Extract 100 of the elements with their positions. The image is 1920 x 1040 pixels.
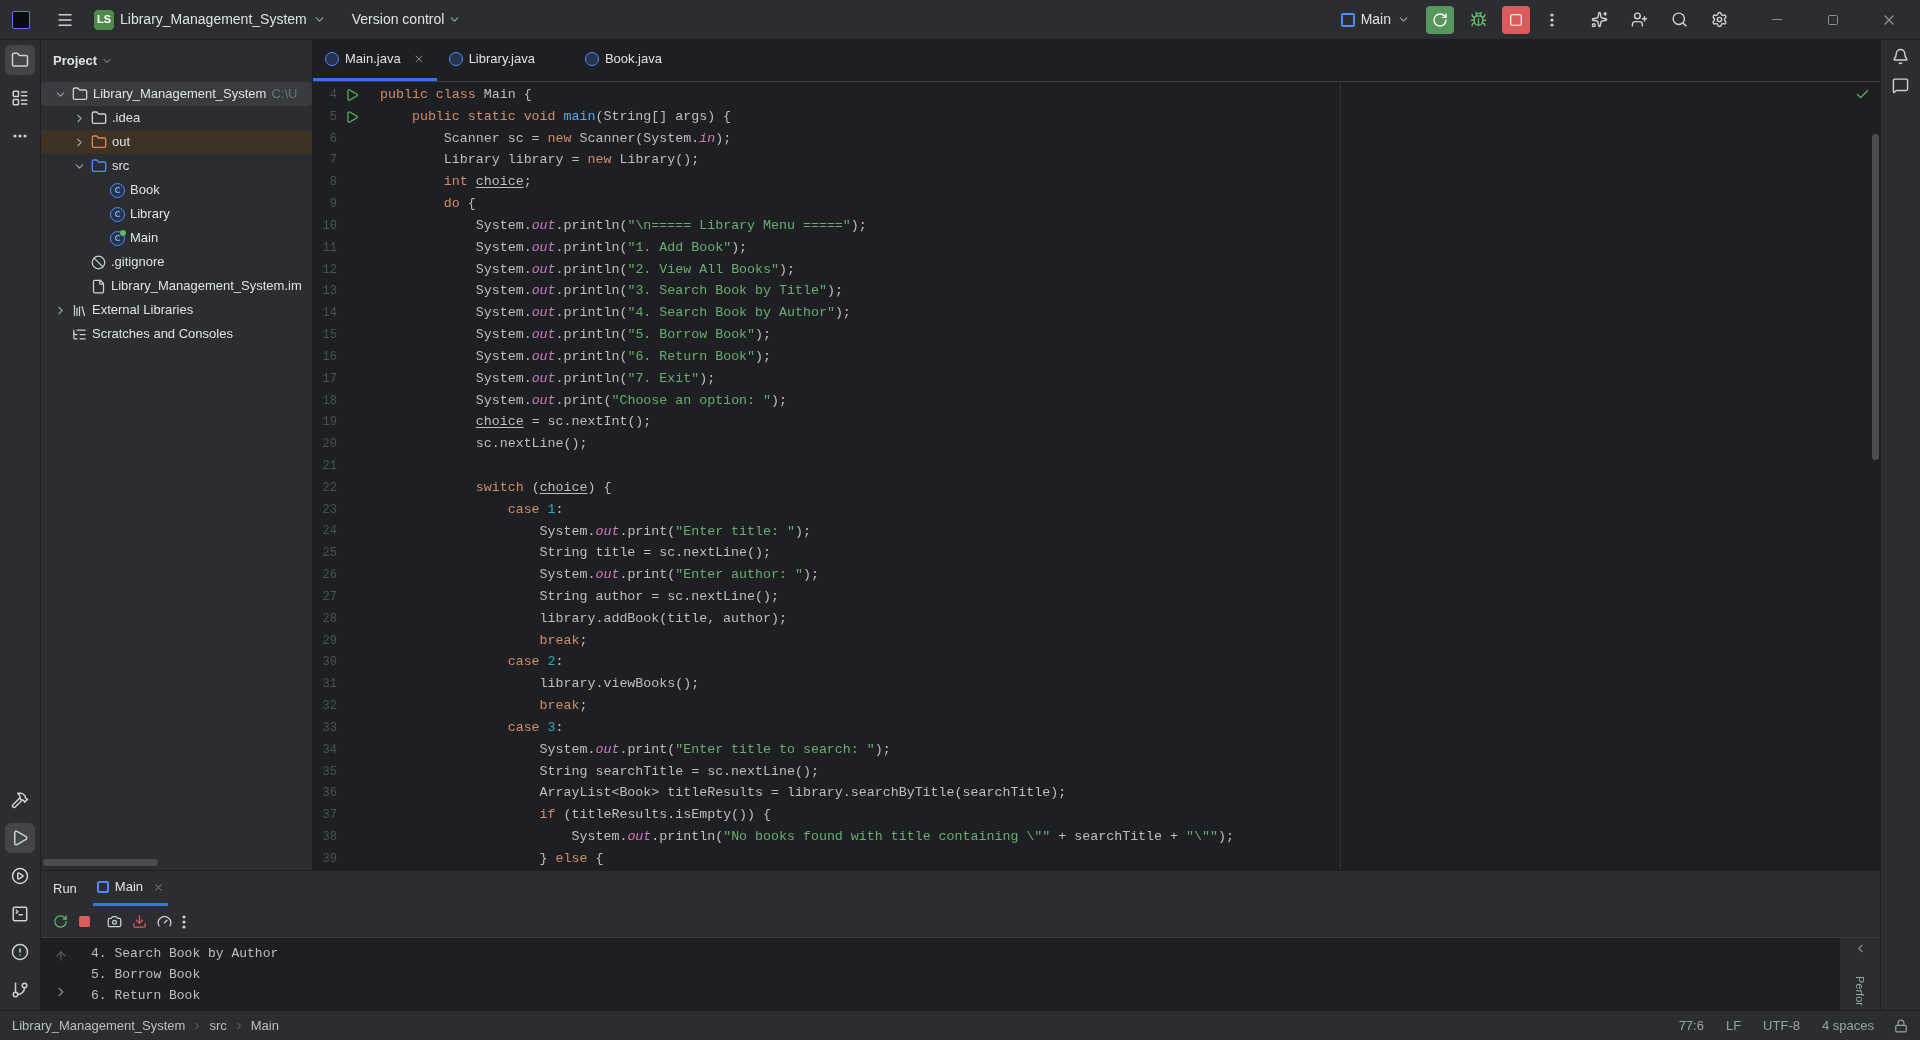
app-logo-icon (12, 10, 30, 29)
editor-tab[interactable]: Main.java (313, 39, 437, 81)
run-gutter-icon[interactable] (345, 109, 359, 124)
code-line: System.out.println("3. Search Book by Title"); (474, 282, 843, 301)
scroll-up-icon[interactable] (54, 949, 68, 963)
path-hint: C:\U (271, 85, 298, 104)
notifications-icon[interactable] (1892, 48, 1909, 65)
code-line: do { (442, 195, 476, 214)
stop-icon[interactable] (78, 915, 91, 928)
tree-item[interactable]: .gitignore (41, 250, 312, 274)
line-separator[interactable]: LF (1717, 1015, 1750, 1036)
lock-icon[interactable] (1894, 1018, 1908, 1033)
tree-item-label: Scratches and Consoles (92, 325, 233, 344)
sparkles-icon (1590, 11, 1608, 28)
code-line: sc.nextLine(); (474, 435, 588, 454)
code-line: public class Main { (380, 85, 532, 104)
tree-item[interactable]: Library_Management_System.im (41, 274, 312, 298)
code-line: if (titleResults.isEmpty()) { (538, 806, 771, 825)
tab-label: Library.java (468, 49, 536, 68)
code-line: public static void main(String[] args) { (410, 107, 732, 126)
tree-item[interactable]: out (41, 130, 312, 154)
close-tab-icon[interactable] (153, 881, 165, 893)
code-line: switch (choice) { (474, 478, 612, 497)
panel-title-dropdown[interactable]: Project (41, 40, 126, 82)
run-gutter-icon[interactable] (345, 87, 359, 102)
tree-item-label: Library_Management_System (93, 85, 267, 104)
tree-item-label: Book (130, 181, 160, 200)
stop-button[interactable] (1502, 5, 1530, 34)
code-line: break; (538, 631, 588, 650)
breadcrumb-item[interactable]: Library_Management_System (12, 1015, 186, 1036)
gauge-icon[interactable] (157, 914, 172, 929)
folder-tool-button[interactable] (5, 45, 35, 75)
editor-tab[interactable]: Library.java (436, 39, 573, 81)
class-icon (110, 230, 125, 246)
caret-position[interactable]: 77:6 (1670, 1015, 1712, 1036)
run-tool-button[interactable] (5, 823, 35, 853)
rerun-icon (1432, 11, 1448, 28)
rerun-button[interactable] (1426, 5, 1454, 34)
configuration-icon (96, 881, 109, 893)
version-control-menu[interactable]: Version control (339, 9, 474, 30)
tree-item-label: src (112, 157, 130, 176)
folder-icon (91, 134, 107, 150)
class-icon (325, 51, 339, 66)
code-line: String title = sc.nextLine(); (538, 544, 771, 563)
stop-icon (1509, 12, 1523, 27)
camera-icon[interactable] (107, 914, 122, 929)
class-icon (110, 206, 125, 222)
settings-icon (1710, 11, 1728, 28)
chat-icon[interactable] (1892, 77, 1909, 94)
run-tab[interactable]: Main (92, 871, 169, 906)
maximize-icon (1827, 13, 1839, 26)
code-line: } else { (538, 849, 604, 868)
breadcrumb-item[interactable]: src (209, 1015, 227, 1036)
tree-item[interactable]: .idea (41, 106, 312, 130)
tree-item[interactable]: Scratches and Consoles (41, 322, 312, 346)
indent-setting[interactable]: 4 spaces (1813, 1015, 1882, 1036)
code-line: System.out.print("Choose an option: "); (474, 391, 787, 410)
rerun-icon[interactable] (53, 914, 68, 929)
tree-item-label: Library (130, 205, 170, 224)
folder-icon (91, 158, 107, 174)
tree-item[interactable]: Library (41, 202, 312, 226)
hammer-icon (11, 791, 29, 809)
horizontal-scrollbar-thumb[interactable] (43, 859, 158, 866)
vertical-scrollbar-thumb[interactable] (1872, 134, 1879, 460)
tree-item[interactable]: Main (41, 226, 312, 250)
code-line: System.out.print("Enter title: "); (538, 522, 811, 541)
code-line: System.out.println("7. Exit"); (474, 369, 716, 388)
tab-label: Book.java (604, 49, 663, 68)
configuration-icon (1340, 12, 1355, 27)
side-tool-label[interactable]: Perfor (1851, 976, 1869, 1006)
console-line: 5. Borrow Book (91, 965, 202, 984)
code-line: System.out.println("1. Add Book"); (474, 238, 748, 257)
export-icon[interactable] (132, 914, 147, 929)
more-icon[interactable] (182, 914, 186, 929)
tree-item[interactable]: External Libraries (41, 298, 312, 322)
run-configuration-selector[interactable]: Main (1334, 9, 1416, 30)
more-icon (13, 134, 27, 138)
console-line: 6. Return Book (91, 986, 202, 1005)
breadcrumb-item[interactable]: Main (250, 1015, 279, 1036)
run-icon (11, 829, 29, 847)
tree-item[interactable]: Book (41, 178, 312, 202)
tree-item-label: External Libraries (92, 301, 194, 320)
scratches-icon (72, 326, 87, 342)
code-line: break; (538, 697, 588, 716)
code-line: Library library = new Library(); (442, 151, 700, 170)
tree-item[interactable]: src (41, 154, 312, 178)
bug-icon (1469, 11, 1487, 28)
ignore-file-icon (91, 254, 106, 270)
libraries-icon (72, 302, 87, 318)
more-icon (1550, 12, 1554, 27)
code-line: int choice; (442, 173, 532, 192)
code-line: System.out.print("Enter title to search: "); (538, 740, 891, 759)
tree-item[interactable]: Library_Management_System C:\U (41, 82, 312, 106)
add-user-icon (1630, 11, 1648, 28)
editor-tab[interactable]: Book.java (572, 39, 700, 81)
file-encoding[interactable]: UTF-8 (1755, 1015, 1808, 1036)
tree-item-label: Main (130, 229, 159, 248)
tree-item-label: .gitignore (111, 253, 165, 272)
project-switcher[interactable]: LS Library_Management_System (90, 9, 330, 30)
folder-icon (11, 51, 29, 69)
